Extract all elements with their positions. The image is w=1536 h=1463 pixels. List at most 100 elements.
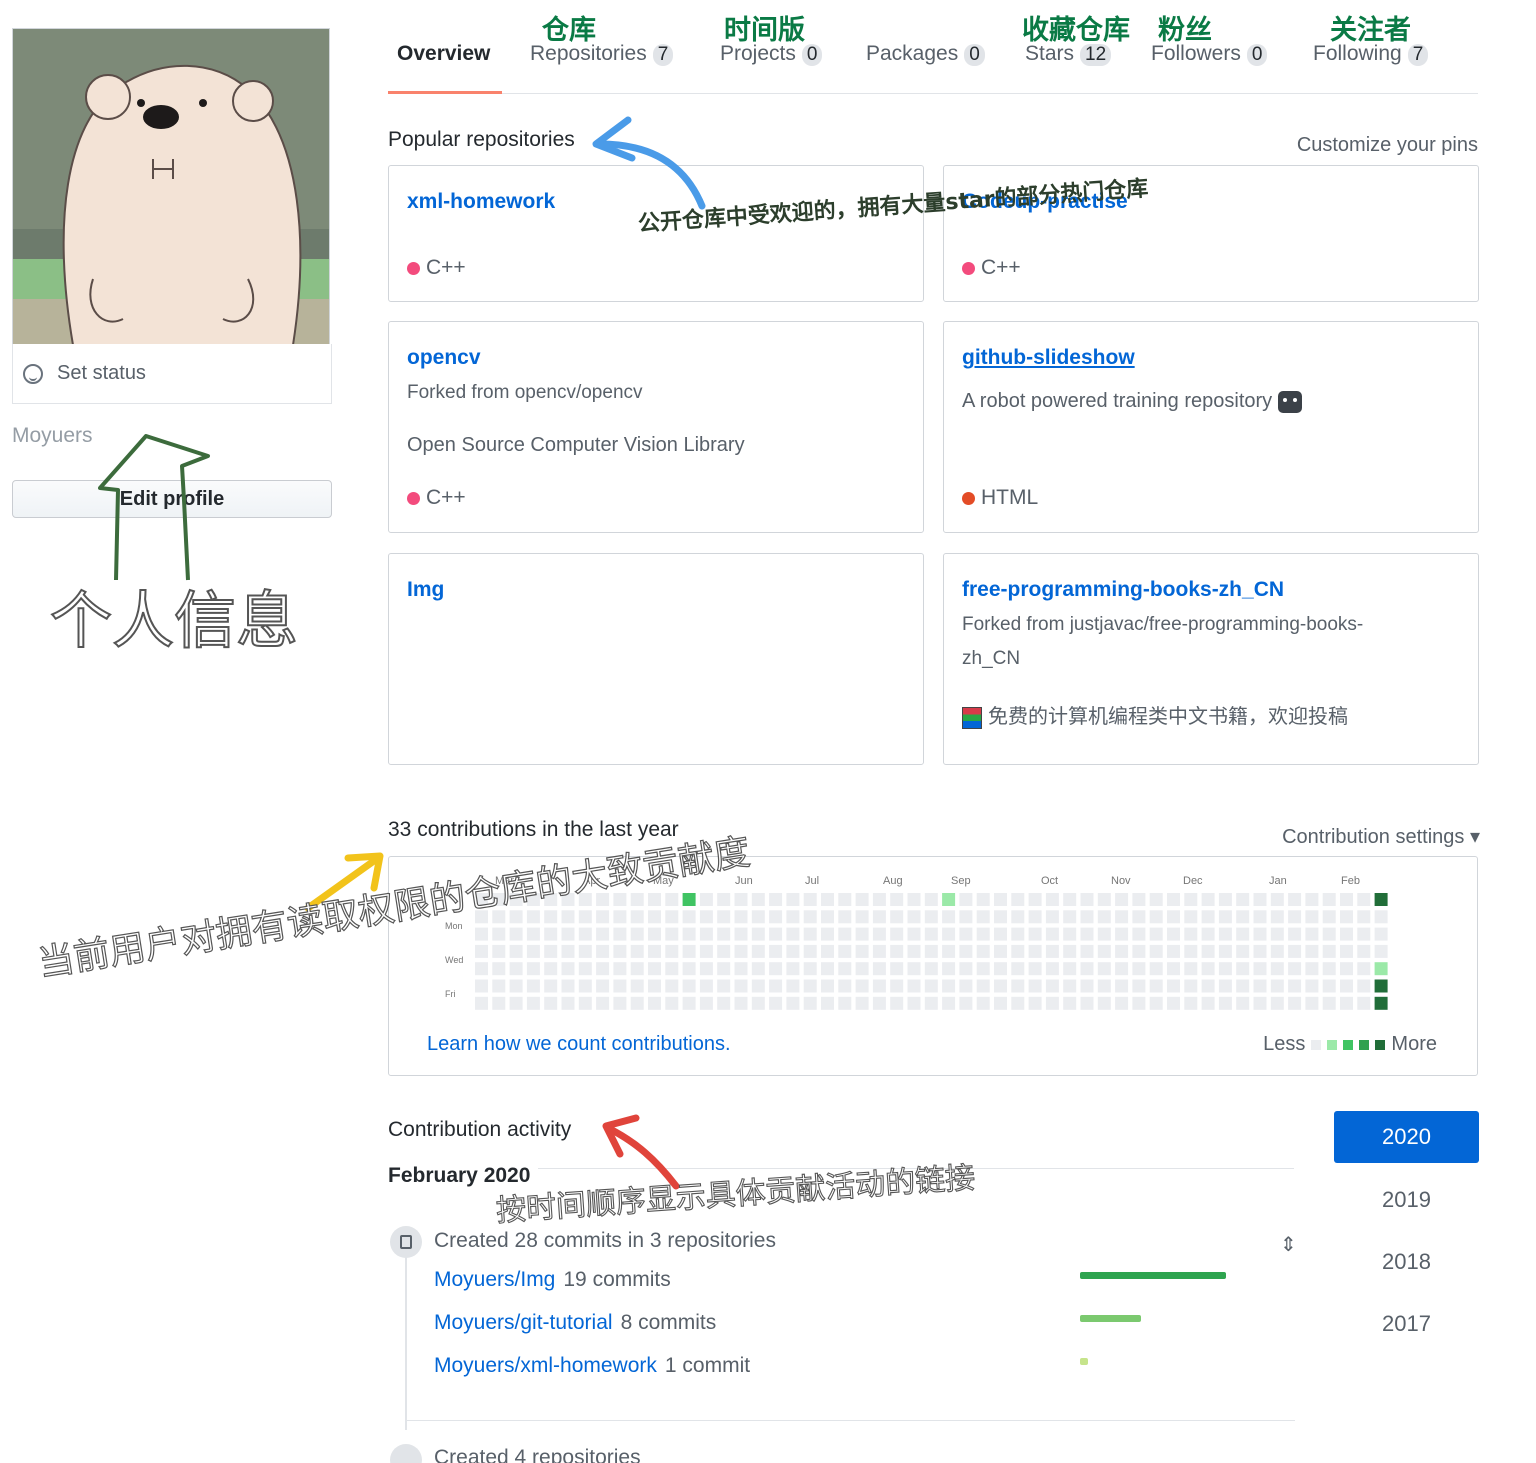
contribution-day[interactable] — [613, 979, 627, 993]
contribution-day[interactable] — [648, 910, 661, 924]
contribution-day[interactable] — [890, 893, 904, 906]
contribution-day[interactable] — [1270, 996, 1284, 1010]
contribution-day[interactable] — [682, 893, 696, 906]
contribution-day[interactable] — [596, 944, 610, 958]
repo-name-link[interactable]: free-programming-books-zh_CN — [962, 578, 1284, 602]
contribution-day[interactable] — [751, 944, 765, 958]
contribution-day[interactable] — [526, 996, 540, 1010]
contribution-day[interactable] — [994, 962, 1007, 976]
set-status-button[interactable]: Set status — [12, 344, 332, 404]
contribution-day[interactable] — [769, 996, 783, 1010]
contribution-day[interactable] — [613, 927, 627, 941]
contribution-day[interactable] — [821, 962, 834, 976]
contribution-day[interactable] — [1011, 893, 1025, 906]
contribution-day[interactable] — [492, 996, 506, 1010]
contribution-day[interactable] — [1340, 910, 1353, 924]
contribution-day[interactable] — [1167, 996, 1180, 1010]
contribution-day[interactable] — [1028, 979, 1042, 993]
contribution-day[interactable] — [561, 927, 575, 941]
contribution-day[interactable] — [1045, 979, 1059, 993]
contribution-day[interactable] — [1201, 962, 1215, 976]
contribution-day[interactable] — [682, 944, 696, 958]
contribution-day[interactable] — [1270, 944, 1284, 958]
contribution-day[interactable] — [1063, 944, 1077, 958]
contribution-day[interactable] — [509, 979, 523, 993]
contribution-settings-dropdown[interactable]: Contribution settings ▾ — [1282, 824, 1480, 849]
repo-name-link[interactable]: github-slideshow — [962, 346, 1135, 370]
contribution-day[interactable] — [1340, 996, 1353, 1010]
contribution-day[interactable] — [1167, 979, 1180, 993]
contribution-day[interactable] — [1063, 996, 1077, 1010]
contribution-day[interactable] — [1080, 979, 1094, 993]
contribution-day[interactable] — [1236, 996, 1250, 1010]
contribution-day[interactable] — [1011, 944, 1025, 958]
contribution-day[interactable] — [1097, 996, 1111, 1010]
contribution-day[interactable] — [665, 927, 679, 941]
contribution-day[interactable] — [994, 927, 1007, 941]
contribution-day[interactable] — [699, 996, 713, 1010]
contribution-day[interactable] — [682, 962, 696, 976]
repo-card[interactable]: opencv Forked from opencv/opencv Open So… — [388, 321, 924, 533]
contribution-day[interactable] — [855, 962, 869, 976]
contribution-day[interactable] — [1132, 910, 1146, 924]
contribution-day[interactable] — [855, 927, 869, 941]
tab-packages[interactable]: Packages 0 — [866, 42, 985, 66]
contribution-day[interactable] — [907, 893, 921, 906]
contribution-day[interactable] — [717, 962, 731, 976]
contribution-day[interactable] — [907, 996, 921, 1010]
contribution-day[interactable] — [994, 944, 1007, 958]
contribution-day[interactable] — [492, 979, 506, 993]
contribution-day[interactable] — [699, 979, 713, 993]
contribution-day[interactable] — [544, 996, 558, 1010]
contribution-day[interactable] — [1028, 893, 1042, 906]
contribution-day[interactable] — [613, 962, 627, 976]
contribution-day[interactable] — [890, 979, 904, 993]
contribution-day[interactable] — [1028, 927, 1042, 941]
contribution-day[interactable] — [924, 944, 938, 958]
contribution-day[interactable] — [1288, 944, 1302, 958]
contribution-day[interactable] — [1045, 927, 1059, 941]
contribution-day[interactable] — [1270, 979, 1284, 993]
contribution-day[interactable] — [734, 927, 748, 941]
learn-contributions-link[interactable]: Learn how we count contributions. — [427, 1033, 731, 1056]
contribution-day[interactable] — [544, 910, 558, 924]
contribution-day[interactable] — [475, 996, 488, 1010]
contribution-day[interactable] — [1322, 962, 1336, 976]
contribution-day[interactable] — [1218, 893, 1232, 906]
contribution-day[interactable] — [786, 927, 800, 941]
contribution-day[interactable] — [1011, 979, 1025, 993]
contribution-day[interactable] — [855, 979, 869, 993]
contribution-day[interactable] — [1236, 893, 1250, 906]
contribution-day[interactable] — [907, 944, 921, 958]
avatar[interactable] — [12, 28, 330, 344]
contribution-day[interactable] — [838, 927, 852, 941]
contribution-day[interactable] — [1340, 944, 1353, 958]
contribution-day[interactable] — [751, 962, 765, 976]
contribution-day[interactable] — [751, 927, 765, 941]
contribution-day[interactable] — [1149, 927, 1163, 941]
contribution-day[interactable] — [872, 996, 886, 1010]
contribution-day[interactable] — [699, 910, 713, 924]
tab-overview[interactable]: Overview — [397, 42, 490, 66]
contribution-day[interactable] — [1253, 893, 1267, 906]
contribution-day[interactable] — [648, 962, 661, 976]
contribution-day[interactable] — [492, 962, 506, 976]
contribution-day[interactable] — [769, 910, 783, 924]
repo-name-link[interactable]: opencv — [407, 346, 481, 370]
contribution-day[interactable] — [1374, 927, 1388, 941]
contribution-day[interactable] — [959, 893, 973, 906]
contribution-day[interactable] — [1149, 944, 1163, 958]
activity-summary[interactable]: Created 28 commits in 3 repositories — [434, 1229, 776, 1253]
contribution-day[interactable] — [976, 910, 990, 924]
contribution-day[interactable] — [544, 944, 558, 958]
contribution-day[interactable] — [1097, 962, 1111, 976]
contribution-day[interactable] — [1374, 979, 1388, 993]
contribution-day[interactable] — [751, 910, 765, 924]
contribution-day[interactable] — [838, 979, 852, 993]
contribution-day[interactable] — [976, 927, 990, 941]
contribution-day[interactable] — [786, 962, 800, 976]
contribution-day[interactable] — [1218, 979, 1232, 993]
contribution-day[interactable] — [578, 910, 592, 924]
contribution-day[interactable] — [665, 893, 679, 906]
contribution-day[interactable] — [1167, 927, 1180, 941]
